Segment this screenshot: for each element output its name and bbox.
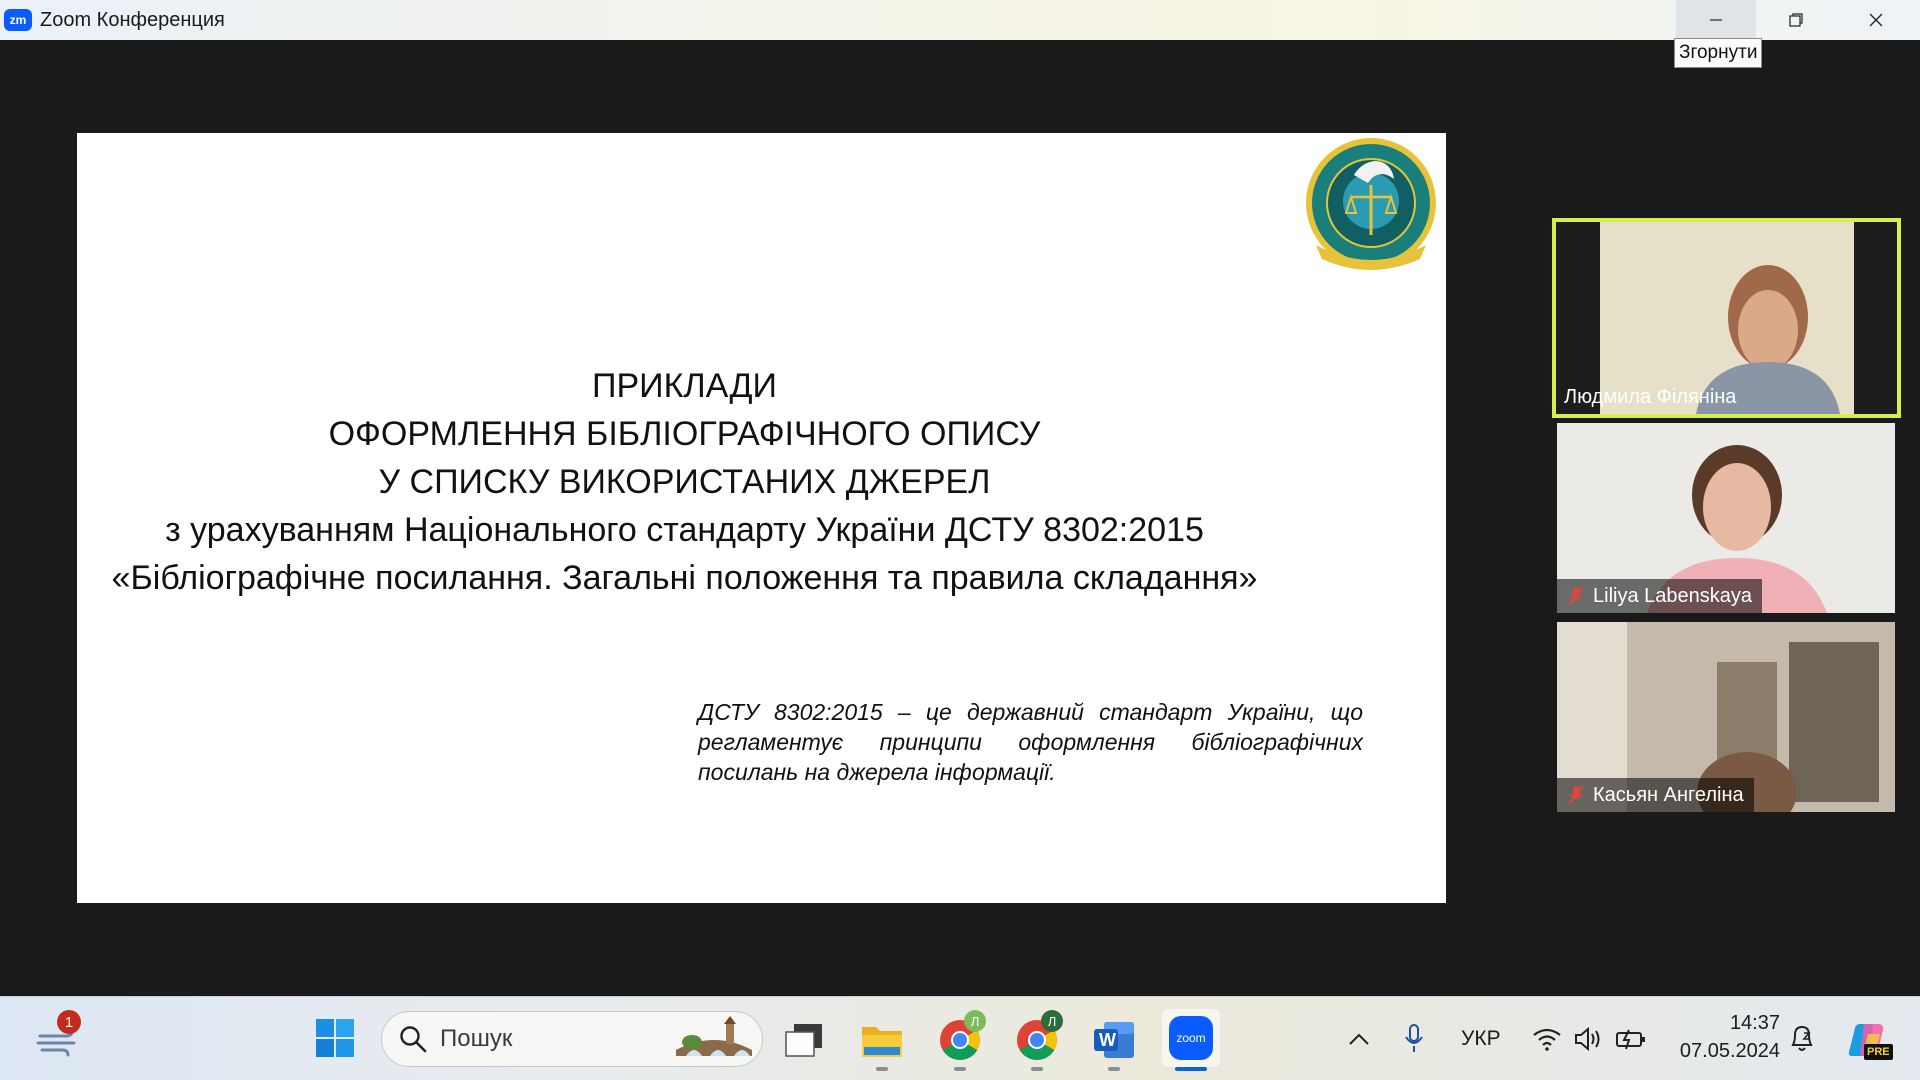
copilot-button[interactable]: PRE xyxy=(1842,1016,1893,1064)
slide-note: ДСТУ 8302:2015 – це державний стандарт У… xyxy=(698,697,1363,787)
participant-name: Людмила Філяніна xyxy=(1564,386,1737,408)
zoom-logo-icon: zm xyxy=(4,9,32,31)
slide-heading-line: ОФОРМЛЕННЯ БІБЛІОГРАФІЧНОГО ОПИСУ xyxy=(328,415,1041,453)
chrome-profile-badge: Л xyxy=(964,1010,986,1032)
chrome-button[interactable]: Л xyxy=(936,1010,986,1064)
file-explorer-button[interactable] xyxy=(858,1016,906,1064)
active-indicator xyxy=(1175,1067,1207,1071)
battery-tray-button[interactable] xyxy=(1614,1022,1648,1056)
zoom-app-icon: zoom xyxy=(1169,1016,1213,1060)
participant-name-tag: Людмила Філяніна xyxy=(1556,380,1746,414)
windows-logo-icon xyxy=(316,1019,354,1057)
taskbar-search[interactable]: Пошук xyxy=(381,1011,763,1067)
clock-time[interactable]: 14:37 xyxy=(1700,1012,1780,1035)
slide-heading-line: з урахуванням Національного стандарту Ук… xyxy=(165,511,1204,549)
running-indicator xyxy=(876,1067,888,1071)
battery-charging-icon xyxy=(1616,1029,1645,1050)
running-indicator xyxy=(1108,1067,1120,1071)
slide-heading: ПРИКЛАДИ ОФОРМЛЕННЯ БІБЛІОГРАФІЧНОГО ОПИ… xyxy=(0,362,1369,602)
participant-name: Liliya Labenskaya xyxy=(1593,585,1752,607)
speaker-icon xyxy=(1575,1026,1600,1052)
minimize-icon xyxy=(1710,19,1722,21)
notifications-button[interactable] xyxy=(1786,1020,1818,1056)
slide-heading-line: ПРИКЛАДИ xyxy=(592,367,777,405)
volume-tray-button[interactable] xyxy=(1572,1022,1606,1056)
participant-tile-active[interactable]: Людмила Філяніна xyxy=(1552,218,1901,418)
slide-note-line: посилань на джерела інформації. xyxy=(698,759,1056,785)
close-icon xyxy=(1869,13,1883,27)
bell-snooze-icon xyxy=(1791,1025,1813,1051)
slide-heading-line: «Бібліографічне посилання. Загальні поло… xyxy=(111,559,1258,597)
minimize-button[interactable] xyxy=(1676,0,1756,40)
clock-date[interactable]: 07.05.2024 xyxy=(1670,1040,1780,1063)
task-view-icon xyxy=(785,1024,822,1057)
zoom-button[interactable]: zoom xyxy=(1162,1009,1220,1067)
search-highlight-bridge-icon xyxy=(676,1016,752,1056)
restore-button[interactable] xyxy=(1756,0,1836,40)
show-hidden-icons-button[interactable] xyxy=(1344,1022,1374,1056)
mic-muted-icon xyxy=(1568,785,1584,805)
wifi-tray-button[interactable] xyxy=(1530,1022,1564,1056)
microphone-tray-button[interactable] xyxy=(1400,1020,1428,1058)
running-indicator xyxy=(954,1067,966,1071)
input-language[interactable]: УКР xyxy=(1461,1027,1501,1051)
search-placeholder: Пошук xyxy=(440,1025,513,1052)
task-view-button[interactable] xyxy=(780,1016,828,1064)
window-titlebar: zm Zoom Конференция xyxy=(0,0,1920,40)
chrome-button[interactable]: Л xyxy=(1013,1010,1063,1064)
folder-icon xyxy=(862,1027,902,1057)
participant-name-tag: Liliya Labenskaya xyxy=(1557,579,1762,613)
running-indicator xyxy=(1031,1067,1043,1071)
restore-icon xyxy=(1789,13,1803,27)
chevron-up-icon xyxy=(1349,1033,1369,1045)
slide-heading-line: У СПИСКУ ВИКОРИСТАНИХ ДЖЕРЕЛ xyxy=(378,463,991,501)
copilot-badge: PRE xyxy=(1864,1044,1893,1060)
start-button[interactable] xyxy=(313,1016,357,1060)
participant-name: Касьян Ангеліна xyxy=(1593,784,1744,806)
minimize-tooltip: Згорнути xyxy=(1674,38,1763,68)
chrome-profile-badge: Л xyxy=(1041,1010,1063,1032)
word-letter: W xyxy=(1099,1030,1116,1050)
notification-badge: 1 xyxy=(57,1010,81,1034)
participant-tile[interactable]: Liliya Labenskaya xyxy=(1557,423,1895,613)
word-button[interactable]: W xyxy=(1090,1016,1138,1064)
search-icon xyxy=(400,1026,427,1053)
microphone-icon xyxy=(1405,1024,1423,1052)
close-button[interactable] xyxy=(1836,0,1916,40)
participant-tile[interactable]: Касьян Ангеліна xyxy=(1557,622,1895,812)
mic-muted-icon xyxy=(1568,586,1584,606)
institute-seal-icon xyxy=(1306,138,1436,270)
participant-name-tag: Касьян Ангеліна xyxy=(1557,778,1754,812)
window-title: Zoom Конференция xyxy=(40,8,225,31)
slide-note-line: регламентує принципи оформлення бібліогр… xyxy=(698,729,1363,755)
slide-note-line: ДСТУ 8302:2015 – це державний стандарт У… xyxy=(698,699,1363,725)
wifi-icon xyxy=(1533,1028,1561,1051)
